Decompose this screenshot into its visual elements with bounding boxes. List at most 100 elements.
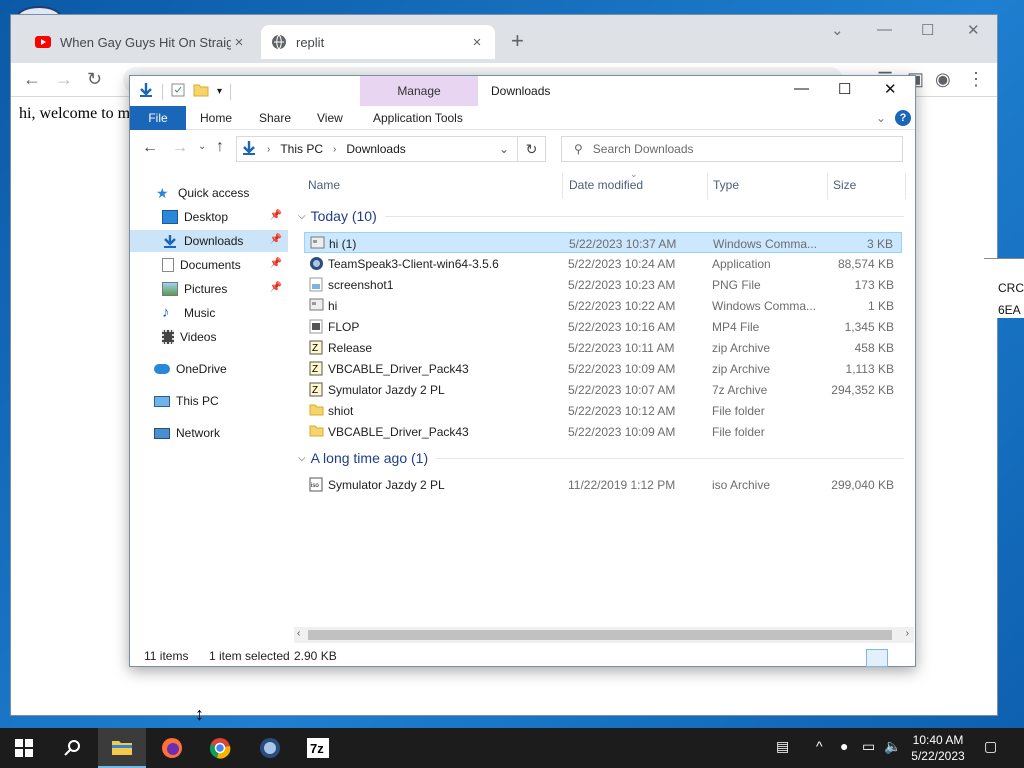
breadcrumb-this-pc[interactable]: This PC bbox=[280, 142, 323, 156]
file-row[interactable]: FLOP 5/22/2023 10:16 AM MP4 File 1,345 KB bbox=[304, 316, 902, 337]
file-row[interactable]: iso Symulator Jazdy 2 PL 11/22/2019 1:12 P… bbox=[304, 474, 902, 495]
file-row[interactable]: Z VBCABLE_Driver_Pack43 5/22/2023 10:09 AM… bbox=[304, 358, 902, 379]
firefox-taskbar[interactable] bbox=[148, 728, 196, 768]
column-date-modified[interactable]: Date modified bbox=[569, 178, 643, 192]
keyboard-icon[interactable]: ▤ bbox=[776, 738, 789, 755]
back-icon[interactable]: ← bbox=[142, 139, 158, 157]
profile-icon[interactable]: ◉ bbox=[935, 68, 951, 90]
item-count: 11 items bbox=[144, 649, 189, 663]
file-size: 173 KB bbox=[854, 278, 894, 292]
recent-locations-icon[interactable]: ⌄ bbox=[198, 141, 206, 152]
videos-icon bbox=[162, 330, 174, 344]
nav-downloads[interactable]: Downloads 📌 bbox=[130, 230, 288, 252]
group-today[interactable]: ⌵ Today (10) bbox=[298, 206, 904, 226]
tab-youtube[interactable]: When Gay Guys Hit On Straight × bbox=[25, 25, 257, 59]
7zip-taskbar[interactable]: 7z bbox=[294, 728, 342, 768]
resize-cursor-icon: ↕ bbox=[195, 704, 204, 724]
nav-quick-access[interactable]: ★ Quick access bbox=[130, 182, 288, 204]
microphone-icon[interactable]: ● bbox=[840, 738, 848, 754]
nav-videos[interactable]: Videos bbox=[130, 326, 288, 348]
file-type: Windows Comma... bbox=[713, 237, 818, 251]
file-explorer-taskbar[interactable] bbox=[98, 728, 146, 768]
folder-icon bbox=[309, 403, 324, 418]
maximize-button[interactable]: ☐ bbox=[838, 80, 851, 98]
close-tab-icon[interactable]: × bbox=[469, 34, 485, 51]
scroll-right-icon[interactable]: › bbox=[906, 628, 909, 639]
file-row[interactable]: hi 5/22/2023 10:22 AM Windows Comma... 1 KB bbox=[304, 295, 902, 316]
large-icons-view-button[interactable] bbox=[890, 649, 912, 667]
scroll-left-icon[interactable]: ‹ bbox=[297, 628, 300, 639]
chrome-taskbar[interactable] bbox=[196, 728, 244, 768]
nav-onedrive[interactable]: OneDrive bbox=[130, 358, 288, 380]
file-row[interactable]: TeamSpeak3-Client-win64-3.5.6 5/22/2023 1… bbox=[304, 253, 902, 274]
details-view-button[interactable] bbox=[866, 649, 888, 667]
cloud-icon bbox=[154, 364, 170, 374]
file-row[interactable]: screenshot1 5/22/2023 10:23 AM PNG File 173… bbox=[304, 274, 902, 295]
forward-icon[interactable]: → bbox=[55, 68, 73, 90]
tab-view[interactable]: View bbox=[317, 111, 343, 125]
start-button[interactable] bbox=[0, 728, 48, 768]
pin-icon: 📌 bbox=[269, 282, 282, 293]
help-icon[interactable]: ? bbox=[895, 110, 911, 126]
properties-icon[interactable] bbox=[171, 83, 185, 100]
address-bar[interactable]: › This PC › Downloads ⌄ bbox=[236, 136, 518, 162]
nav-desktop[interactable]: Desktop 📌 bbox=[130, 206, 288, 228]
maximize-button[interactable]: ☐ bbox=[921, 21, 934, 39]
new-tab-button[interactable]: + bbox=[511, 30, 524, 52]
minimize-button[interactable]: — bbox=[794, 80, 809, 97]
file-row[interactable]: Z Release 5/22/2023 10:11 AM zip Archive 458… bbox=[304, 337, 902, 358]
search-input[interactable]: ⚲ Search Downloads bbox=[561, 136, 903, 162]
chevron-down-icon[interactable]: ⌄ bbox=[499, 142, 509, 156]
tab-replit[interactable]: replit × bbox=[261, 25, 495, 59]
file-date: 5/22/2023 10:16 AM bbox=[568, 320, 676, 334]
refresh-button[interactable]: ↻ bbox=[518, 136, 546, 162]
horizontal-scrollbar[interactable]: ‹ › bbox=[294, 627, 914, 643]
column-name[interactable]: Name bbox=[308, 178, 340, 192]
tab-search-icon[interactable]: ⌄ bbox=[831, 21, 844, 39]
nav-pictures[interactable]: Pictures 📌 bbox=[130, 278, 288, 300]
nav-documents[interactable]: Documents 📌 bbox=[130, 254, 288, 276]
expand-ribbon-icon[interactable]: ⌄ bbox=[876, 111, 886, 125]
minimize-button[interactable]: — bbox=[877, 21, 892, 38]
forward-icon[interactable]: → bbox=[172, 139, 188, 157]
show-hidden-icon[interactable]: ^ bbox=[816, 738, 823, 754]
close-tab-icon[interactable]: × bbox=[231, 34, 247, 51]
nav-network[interactable]: Network bbox=[130, 422, 288, 444]
tab-share[interactable]: Share bbox=[259, 111, 291, 125]
up-icon[interactable]: ↑ bbox=[216, 138, 224, 156]
tab-application-tools[interactable]: Application Tools bbox=[373, 111, 463, 125]
file-row[interactable]: VBCABLE_Driver_Pack43 5/22/2023 10:09 AM F… bbox=[304, 421, 902, 442]
file-list: Name Date modified ⌄ Type Size ⌵ Today (1… bbox=[294, 168, 906, 626]
teamspeak-taskbar[interactable] bbox=[246, 728, 294, 768]
chevron-right-icon[interactable]: › bbox=[267, 144, 270, 155]
network-icon[interactable]: ▭ bbox=[862, 738, 875, 755]
pin-icon: 📌 bbox=[269, 210, 282, 221]
search-button[interactable] bbox=[48, 728, 96, 768]
file-date: 5/22/2023 10:23 AM bbox=[568, 278, 676, 292]
reload-icon[interactable]: ↻ bbox=[87, 68, 102, 90]
file-row[interactable]: shiot 5/22/2023 10:12 AM File folder bbox=[304, 400, 902, 421]
column-divider bbox=[827, 173, 828, 199]
nav-music[interactable]: ♪ Music bbox=[130, 302, 288, 324]
column-type[interactable]: Type bbox=[713, 178, 739, 192]
tab-file[interactable]: File bbox=[130, 106, 186, 130]
new-folder-icon[interactable] bbox=[193, 83, 209, 100]
notifications-icon[interactable]: ▢ bbox=[984, 738, 997, 755]
close-button[interactable]: ✕ bbox=[884, 80, 897, 98]
teamspeak-icon bbox=[260, 738, 280, 758]
file-row[interactable]: hi (1) 5/22/2023 10:37 AM Windows Comma...… bbox=[304, 232, 902, 253]
back-icon[interactable]: ← bbox=[23, 68, 41, 90]
file-row[interactable]: Z Symulator Jazdy 2 PL 5/22/2023 10:07 AM 7… bbox=[304, 379, 902, 400]
chevron-right-icon[interactable]: › bbox=[333, 144, 336, 155]
nav-this-pc[interactable]: This PC bbox=[130, 390, 288, 412]
scroll-thumb[interactable] bbox=[308, 630, 892, 640]
qat-dropdown-icon[interactable]: ▾ bbox=[217, 86, 222, 97]
clock[interactable]: 10:40 AM 5/22/2023 bbox=[898, 732, 978, 764]
breadcrumb-downloads[interactable]: Downloads bbox=[346, 142, 405, 156]
tab-home[interactable]: Home bbox=[200, 111, 232, 125]
group-long-ago[interactable]: ⌵ A long time ago (1) bbox=[298, 448, 904, 468]
close-button[interactable]: ✕ bbox=[967, 21, 980, 39]
manage-label[interactable]: Manage bbox=[360, 84, 478, 98]
menu-icon[interactable]: ⋮ bbox=[967, 68, 985, 90]
column-size[interactable]: Size bbox=[833, 178, 856, 192]
